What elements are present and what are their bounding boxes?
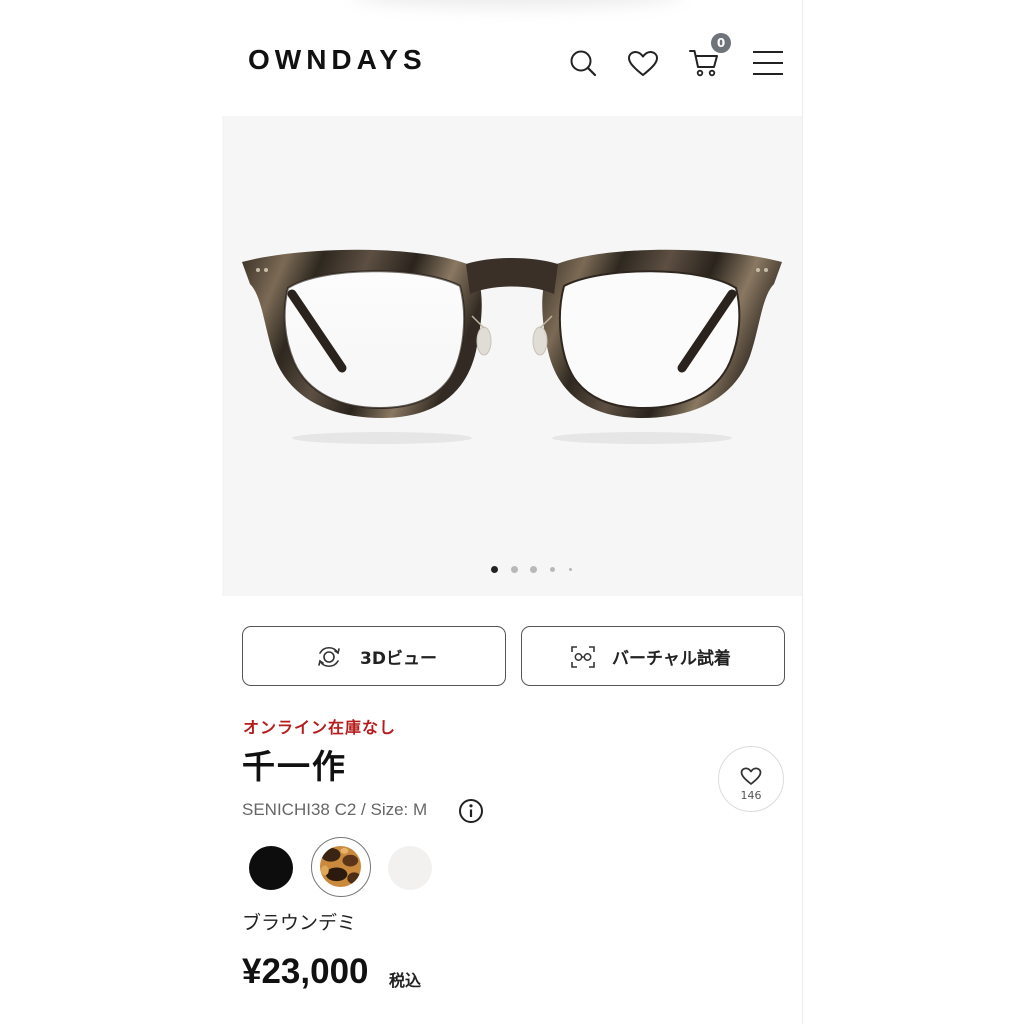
screen-edge bbox=[802, 0, 803, 1024]
carousel-dot[interactable] bbox=[511, 566, 518, 573]
favorite-count: 146 bbox=[740, 789, 762, 802]
model-size-text: SENICHI38 C2 / Size: M bbox=[242, 800, 428, 819]
favorite-button[interactable]: 146 bbox=[718, 746, 784, 812]
tax-label: 税込 bbox=[389, 971, 422, 990]
glasses-product-image bbox=[242, 249, 782, 444]
product-image-carousel[interactable] bbox=[222, 116, 802, 596]
view-3d-label: 3Dビュー bbox=[360, 649, 437, 669]
carousel-indicator[interactable] bbox=[222, 562, 802, 578]
color-swatch-clear[interactable] bbox=[388, 846, 432, 890]
view-3d-button[interactable]: 3Dビュー bbox=[242, 626, 506, 686]
selected-color-name: ブラウンデミ bbox=[242, 912, 357, 934]
face-scan-icon bbox=[571, 646, 595, 668]
site-header: OWNDAYS 0 bbox=[222, 0, 802, 115]
product-name: 千一作 bbox=[242, 747, 347, 786]
color-swatch-black[interactable] bbox=[249, 846, 293, 890]
tortoise-pattern bbox=[319, 845, 362, 888]
heart-icon[interactable] bbox=[627, 50, 659, 78]
carousel-dot[interactable] bbox=[550, 567, 555, 572]
menu-icon[interactable] bbox=[752, 50, 784, 76]
search-icon[interactable] bbox=[568, 48, 598, 78]
brand-logo[interactable]: OWNDAYS bbox=[248, 44, 427, 76]
virtual-try-on-button[interactable]: バーチャル試着 bbox=[521, 626, 785, 686]
heart-icon bbox=[740, 767, 762, 785]
virtual-try-on-label: バーチャル試着 bbox=[612, 649, 731, 669]
cart-icon[interactable] bbox=[688, 48, 720, 78]
carousel-dot[interactable] bbox=[530, 566, 537, 573]
info-icon[interactable] bbox=[458, 798, 484, 824]
product-page: OWNDAYS 0 3Dビュー バーチャル試着 オンライン在庫なし 千一作 14… bbox=[222, 0, 802, 1024]
cart-count-badge: 0 bbox=[711, 33, 731, 53]
color-swatch-brown-demi[interactable] bbox=[311, 837, 371, 897]
rotate-3d-icon bbox=[318, 646, 340, 668]
price: ¥23,000 bbox=[242, 952, 369, 991]
carousel-dot[interactable] bbox=[569, 568, 572, 571]
stock-status: オンライン在庫なし bbox=[243, 718, 397, 737]
carousel-dot[interactable] bbox=[491, 566, 498, 573]
